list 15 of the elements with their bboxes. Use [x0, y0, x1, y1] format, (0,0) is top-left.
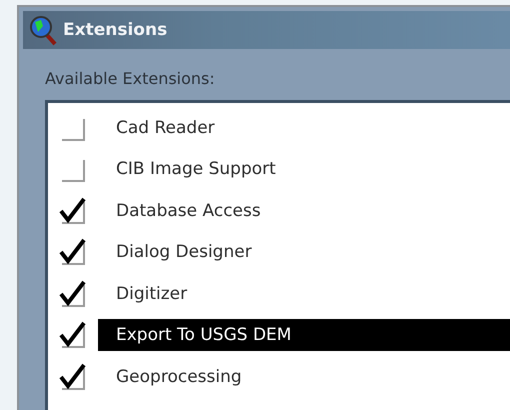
extension-item[interactable]: Dialog Designer: [98, 236, 510, 268]
window-title: Extensions: [63, 20, 168, 40]
checkbox[interactable]: [58, 237, 88, 268]
extension-item[interactable]: CIB Image Support: [98, 153, 510, 186]
checkbox[interactable]: [58, 362, 88, 392]
extension-item[interactable]: Database Access: [98, 194, 510, 227]
checkbox[interactable]: [58, 278, 88, 309]
extension-item[interactable]: Cad Reader: [98, 112, 510, 144]
globe-magnifier-icon: [29, 14, 57, 46]
extension-item[interactable]: Geoprocessing: [98, 360, 510, 393]
list-label: Available Extensions:: [45, 69, 216, 88]
extension-item[interactable]: Export To USGS DEM: [98, 319, 510, 352]
checkbox[interactable]: [58, 196, 88, 226]
extension-item[interactable]: Digitizer: [98, 278, 510, 310]
checkbox[interactable]: [58, 320, 88, 350]
